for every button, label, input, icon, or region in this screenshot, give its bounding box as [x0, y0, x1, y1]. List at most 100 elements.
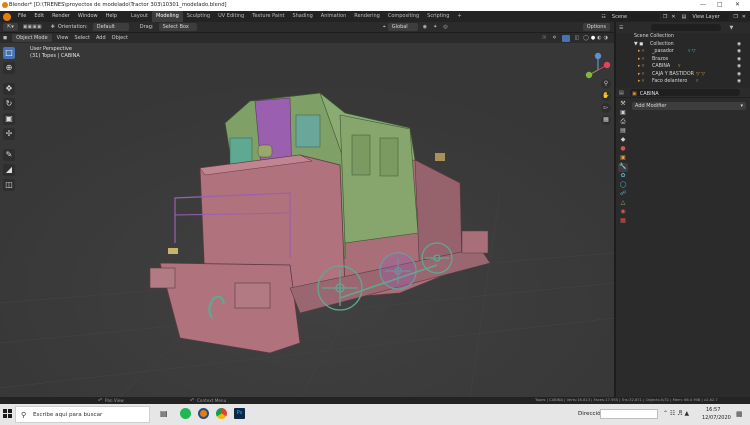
delete-scene-icon[interactable]: ✕ — [671, 14, 675, 20]
gizmo-icon[interactable]: ✡ — [552, 35, 556, 41]
blender-menu-icon[interactable] — [3, 12, 11, 21]
menu-select[interactable]: Select — [72, 35, 93, 41]
tab-layout[interactable]: Layout — [127, 11, 152, 22]
outliner-scene-collection[interactable]: Scene Collection — [634, 33, 674, 41]
active-tool-icon[interactable]: ⇱▾ — [3, 23, 18, 31]
menu-view[interactable]: View — [54, 35, 72, 41]
spotify-icon[interactable] — [180, 408, 191, 419]
snap-icon[interactable]: ✦ — [433, 24, 437, 30]
data-tab-icon[interactable]: △ — [618, 199, 628, 208]
output-tab-icon[interactable]: ⎙ — [618, 118, 628, 127]
maximize-icon[interactable]: □ — [717, 1, 723, 8]
overlays-icon[interactable] — [561, 34, 570, 42]
zoom-icon[interactable]: ⚲ — [601, 79, 611, 89]
menu-help[interactable]: Help — [102, 11, 121, 22]
blender-taskbar-icon[interactable] — [198, 408, 209, 419]
photoshop-icon[interactable]: Ps — [234, 408, 245, 419]
modifier-tab-icon[interactable]: 🔧 — [618, 163, 628, 172]
xray-icon[interactable]: ◫ — [575, 35, 580, 41]
address-input[interactable] — [600, 409, 658, 419]
view-layer-tab-icon[interactable]: ▤ — [618, 127, 628, 136]
select-mode-icons[interactable]: ▣▣▣▣ — [23, 24, 42, 30]
outliner-item-cabina[interactable]: CABINA — [652, 63, 670, 71]
z-axis-icon[interactable] — [594, 52, 602, 60]
menu-edit[interactable]: Edit — [30, 11, 48, 22]
outliner-item-caja-y-bastidor[interactable]: CAJA Y BASTIDOR — [652, 71, 694, 79]
task-view-icon[interactable]: ▤ — [160, 409, 168, 418]
view-layer-icon[interactable]: ▤ — [682, 14, 687, 20]
object-tab-icon[interactable]: ▣ — [618, 154, 628, 163]
menu-add[interactable]: Add — [93, 35, 109, 41]
tab-rendering[interactable]: Rendering — [350, 11, 384, 22]
3d-viewport[interactable]: User Perspective (31) Topes | CABINA ⚲ ✋… — [0, 43, 614, 397]
delete-view-layer-icon[interactable]: ✕ — [742, 14, 746, 20]
tab-sculpting[interactable]: Sculpting — [183, 11, 214, 22]
proportional-edit-icon[interactable]: ◎ — [443, 24, 447, 30]
select-box-icon[interactable]: □ — [3, 47, 15, 59]
object-name[interactable]: CABINA — [640, 91, 659, 97]
copy-view-layer-icon[interactable]: ❐ — [733, 14, 737, 20]
tab-scripting[interactable]: Scripting — [423, 11, 453, 22]
copy-scene-icon[interactable]: ❐ — [663, 14, 667, 20]
shading-material-icon[interactable]: ◐ — [597, 35, 601, 41]
orientation-dropdown[interactable]: Default — [92, 23, 129, 31]
add-workspace-icon[interactable]: + — [453, 11, 465, 22]
shading-solid-icon[interactable]: ● — [591, 35, 595, 41]
menu-object[interactable]: Object — [109, 35, 131, 41]
filter-icon[interactable]: ▼ — [729, 25, 733, 31]
view-layer-name[interactable]: View Layer — [689, 12, 730, 21]
cursor-icon[interactable]: ⊕ — [3, 62, 15, 74]
windows-start-icon[interactable] — [3, 409, 12, 418]
menu-window[interactable]: Window — [74, 11, 102, 22]
mode-dropdown[interactable]: Object Mode — [12, 34, 52, 42]
properties-type-icon[interactable]: ▤ — [619, 90, 624, 96]
tab-modeling[interactable]: Modeling — [152, 11, 183, 22]
material-tab-icon[interactable]: ◉ — [618, 208, 628, 217]
y-axis-icon[interactable] — [585, 71, 593, 79]
tab-texture-paint[interactable]: Texture Paint — [248, 11, 288, 22]
clock-time[interactable]: 16:57 — [706, 407, 720, 413]
perspective-grid-icon[interactable]: ▦ — [601, 115, 611, 125]
move-icon[interactable]: ✥ — [3, 83, 15, 95]
outliner-search-input[interactable] — [651, 24, 722, 31]
rotate-icon[interactable]: ↻ — [3, 98, 15, 110]
scene-name[interactable]: Scene — [608, 12, 659, 21]
scene-icon[interactable]: ☷ — [601, 14, 605, 20]
physics-tab-icon[interactable]: ◯ — [618, 181, 628, 190]
world-tab-icon[interactable]: ● — [618, 145, 628, 154]
viewport-scene[interactable] — [0, 43, 614, 397]
editor-type-icon[interactable]: ◼ — [3, 35, 7, 41]
visibility-icon[interactable]: ☉ — [542, 35, 546, 41]
measure-icon[interactable]: ◢ — [3, 164, 15, 176]
visibility-eye-icons[interactable]: ◉ ◉ ◉ ◉ ◉ ◉ — [737, 41, 741, 85]
tab-shading[interactable]: Shading — [288, 11, 316, 22]
scene-tab-icon[interactable]: ◆ — [618, 136, 628, 145]
pan-hand-icon[interactable]: ✋ — [601, 91, 611, 101]
transform-orientation-dropdown[interactable]: Global — [387, 23, 418, 31]
camera-icon[interactable]: ▻ — [601, 103, 611, 113]
minimize-icon[interactable]: — — [700, 1, 706, 8]
pivot-icon[interactable]: ◉ — [423, 24, 427, 30]
outliner-item-faco-delantero[interactable]: Faco delantero — [652, 78, 687, 86]
notifications-icon[interactable]: ▦ — [736, 410, 743, 418]
close-icon[interactable]: ✕ — [735, 1, 740, 8]
annotate-icon[interactable]: ✎ — [3, 149, 15, 161]
tab-compositing[interactable]: Compositing — [384, 11, 423, 22]
clock-date[interactable]: 12/07/2020 — [702, 415, 731, 421]
menu-file[interactable]: File — [14, 11, 30, 22]
constraints-tab-icon[interactable]: ☍ — [618, 190, 628, 199]
add-modifier-button[interactable]: Add Modifier ▾ — [632, 102, 746, 110]
cab-side[interactable] — [339, 114, 419, 244]
shading-rendered-icon[interactable]: ◑ — [604, 35, 608, 41]
outliner-item-pasador[interactable]: _pasador — [652, 48, 674, 56]
x-axis-icon[interactable] — [603, 61, 611, 69]
transform-icon[interactable]: ✢ — [3, 128, 15, 140]
taskbar-search-input[interactable]: ⚲ Escribe aquí para buscar — [15, 406, 150, 423]
outliner-type-icon[interactable]: ☰ — [619, 25, 623, 31]
render-tab-icon[interactable]: ▣ — [618, 109, 628, 118]
particles-tab-icon[interactable]: ✿ — [618, 172, 628, 181]
add-cube-icon[interactable]: ◫ — [3, 179, 15, 191]
shading-wireframe-icon[interactable]: ◯ — [583, 35, 589, 41]
tab-animation[interactable]: Animation — [317, 11, 351, 22]
chrome-icon[interactable] — [216, 408, 227, 419]
